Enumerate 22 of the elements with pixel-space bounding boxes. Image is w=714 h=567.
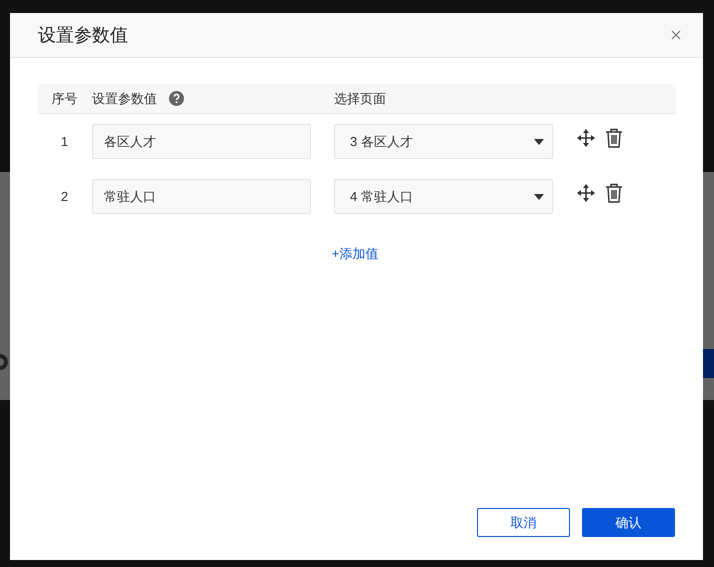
column-header: 选择页面 — [334, 90, 386, 108]
cancel-button[interactable]: 取消 — [477, 508, 570, 537]
dropdown-caret-icon — [534, 194, 544, 200]
row-number: 2 — [60, 188, 70, 206]
move-icon[interactable] — [577, 184, 595, 202]
close-icon[interactable] — [671, 30, 681, 40]
input-field[interactable]: 各区人才 — [92, 124, 311, 159]
add-value-link[interactable]: +添加值 — [332, 244, 378, 264]
move-icon[interactable] — [577, 128, 595, 146]
confirm-button[interactable]: 确认 — [582, 508, 675, 537]
column-header: 序号 — [50, 90, 78, 108]
page-select[interactable]: 3 各区人才 — [334, 124, 553, 159]
dialog-title: 设置参数值 — [38, 24, 128, 46]
page-select[interactable]: 4 常驻人口 — [334, 179, 553, 214]
trash-icon[interactable] — [605, 182, 623, 202]
help-icon[interactable] — [169, 91, 184, 106]
trash-icon[interactable] — [605, 128, 623, 148]
dropdown-caret-icon — [534, 138, 544, 144]
row-number: 1 — [60, 132, 70, 151]
background-bar — [703, 349, 714, 378]
column-header: 设置参数值 — [92, 90, 157, 108]
input-field[interactable]: 常驻人口 — [92, 179, 311, 214]
